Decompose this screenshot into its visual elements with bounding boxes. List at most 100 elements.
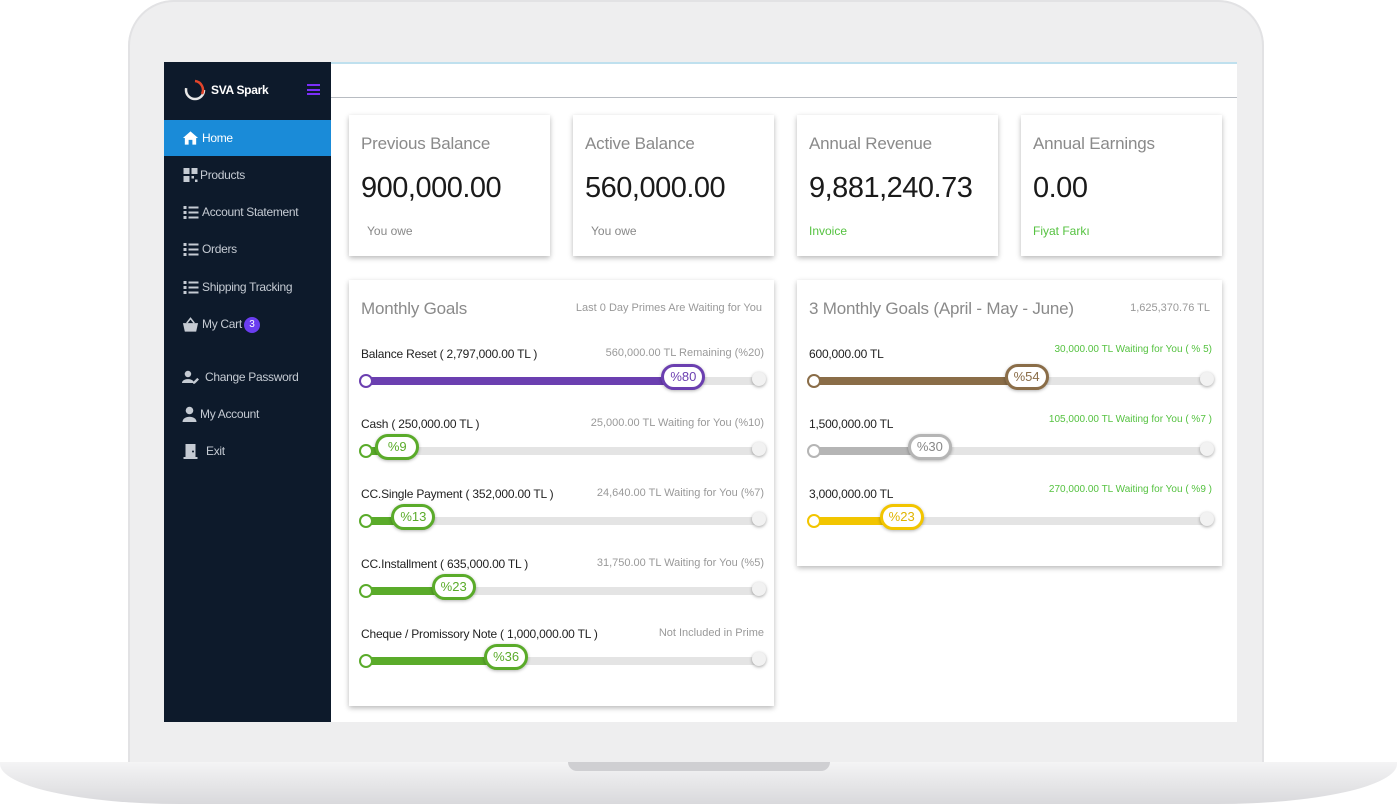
goal-percent-pill: %23 [879, 504, 924, 530]
sidebar-item-label: My Account [200, 407, 260, 421]
stat-title: Annual Revenue [809, 134, 932, 153]
cart-count-badge: 3 [243, 317, 260, 333]
goal-progress-track: %23 [359, 574, 766, 600]
goal-row: 600,000.00 TL 30,000.00 TL Waiting for Yo… [807, 344, 1214, 407]
goal-progress-fill [361, 377, 684, 385]
panel-title: 3 Monthly Goals (April - May - June) [809, 299, 1074, 318]
goal-remaining: 25,000.00 TL Waiting for You (%10) [590, 417, 764, 429]
stat-value: 0.00 [1033, 172, 1088, 204]
progress-end-knob [1200, 512, 1214, 526]
progress-end-knob [1200, 372, 1214, 386]
sidebar-item-change-password[interactable]: Change Password [164, 359, 331, 395]
goal-label: 600,000.00 TL [809, 347, 884, 361]
basket-icon [182, 317, 199, 332]
sidebar-item-label: My Cart 3 [202, 317, 260, 333]
goal-label: CC.Installment ( 635,000.00 TL ) [361, 557, 529, 571]
goal-label: 3,000,000.00 TL [809, 487, 894, 501]
goal-remaining: Not Included in Prime [658, 627, 764, 639]
stat-card-annual-revenue: Annual Revenue 9,881,240.73 Invoice [797, 115, 998, 256]
sidebar-item-my-account[interactable]: My Account [164, 396, 331, 432]
goal-row: 1,500,000.00 TL 105,000.00 TL Waiting for… [807, 414, 1214, 477]
sidebar-item-label: Shipping Tracking [202, 280, 293, 294]
home-icon [182, 131, 199, 145]
goal-label: Cash ( 250,000.00 TL ) [361, 417, 480, 431]
panel-total: 1,625,370.76 TL [1130, 302, 1210, 314]
goal-progress-track: %13 [359, 504, 766, 530]
progress-end-knob [752, 442, 766, 456]
goal-remaining: 105,000.00 TL Waiting for You ( %7 ) [1048, 414, 1212, 425]
stat-card-annual-earnings: Annual Earnings 0.00 Fiyat Farkı [1021, 115, 1222, 256]
stat-note: Fiyat Farkı [1033, 224, 1090, 238]
monthly-goals-panel: Monthly Goals Last 0 Day Primes Are Wait… [349, 280, 774, 706]
goal-label: Balance Reset ( 2,797,000.00 TL ) [361, 347, 538, 361]
progress-end-knob [752, 512, 766, 526]
goal-row: CC.Installment ( 635,000.00 TL ) 31,750.0… [359, 557, 766, 617]
stat-title: Previous Balance [361, 134, 491, 153]
sidebar-item-products[interactable]: Products [164, 157, 331, 193]
goal-percent-pill: %80 [661, 364, 706, 390]
progress-start-knob [359, 654, 373, 668]
goal-progress-fill [809, 377, 1027, 385]
quarter-goals-panel: 3 Monthly Goals (April - May - June) 1,6… [797, 280, 1222, 566]
progress-end-knob [752, 372, 766, 386]
goal-percent-pill: %13 [391, 504, 436, 530]
sidebar-item-exit[interactable]: Exit [164, 433, 331, 469]
goal-progress-track: %80 [359, 364, 766, 390]
goal-percent-pill: %30 [907, 434, 952, 460]
goal-row: CC.Single Payment ( 352,000.00 TL ) 24,64… [359, 487, 766, 547]
panel-subtitle: Last 0 Day Primes Are Waiting for You [575, 302, 762, 314]
sidebar-item-home[interactable]: Home [164, 120, 331, 156]
user-icon [182, 406, 197, 422]
goal-row: Cash ( 250,000.00 TL ) 25,000.00 TL Waiti… [359, 417, 766, 477]
sidebar-item-label: Account Statement [202, 205, 299, 219]
laptop-notch [568, 762, 830, 771]
progress-start-knob [359, 584, 373, 598]
goal-percent-pill: %9 [375, 434, 420, 460]
goal-label: CC.Single Payment ( 352,000.00 TL ) [361, 487, 554, 501]
stat-value: 9,881,240.73 [809, 172, 973, 204]
stat-value: 560,000.00 [585, 172, 726, 204]
stat-title: Active Balance [585, 134, 695, 153]
sidebar-item-label: Change Password [205, 370, 299, 384]
progress-start-knob [807, 514, 821, 528]
sidebar-item-orders[interactable]: Orders [164, 231, 331, 267]
goal-percent-pill: %23 [431, 574, 476, 600]
goal-progress-track: %9 [359, 434, 766, 460]
sidebar: SVA Spark Home Products Account Statemen… [164, 62, 331, 722]
user-edit-icon [182, 370, 199, 384]
progress-end-knob [752, 582, 766, 596]
menu-toggle-icon[interactable] [307, 84, 320, 95]
goal-progress-track: %36 [359, 644, 766, 670]
progress-start-knob [359, 374, 373, 388]
progress-end-knob [752, 652, 766, 666]
brand-name: SVA Spark [211, 83, 269, 97]
list-icon [183, 206, 199, 219]
goal-percent-pill: %36 [484, 644, 529, 670]
brand[interactable]: SVA Spark [164, 62, 331, 119]
goal-label: 1,500,000.00 TL [809, 417, 894, 431]
brand-logo-icon [184, 79, 206, 101]
sidebar-item-label: Products [200, 168, 245, 182]
sidebar-item-shipping-tracking[interactable]: Shipping Tracking [164, 269, 331, 305]
goal-remaining: 560,000.00 TL Remaining (%20) [605, 347, 764, 359]
progress-start-knob [807, 444, 821, 458]
stat-value: 900,000.00 [361, 172, 502, 204]
stat-card-active-balance: Active Balance 560,000.00 You owe [573, 115, 774, 256]
goal-row: Cheque / Promissory Note ( 1,000,000.00 … [359, 627, 766, 687]
stat-title: Annual Earnings [1033, 134, 1155, 153]
stat-card-previous-balance: Previous Balance 900,000.00 You owe [349, 115, 550, 256]
top-bar [331, 62, 1237, 98]
progress-start-knob [807, 374, 821, 388]
app-screen: SVA Spark Home Products Account Statemen… [164, 62, 1237, 722]
sidebar-item-label: Orders [202, 242, 237, 256]
goal-label: Cheque / Promissory Note ( 1,000,000.00 … [361, 627, 598, 641]
sidebar-item-my-cart[interactable]: My Cart 3 [164, 307, 331, 343]
list-icon [183, 243, 199, 256]
progress-end-knob [1200, 442, 1214, 456]
sidebar-item-label: Exit [206, 444, 225, 458]
goal-progress-track: %30 [807, 434, 1214, 460]
goal-row: 3,000,000.00 TL 270,000.00 TL Waiting for… [807, 484, 1214, 547]
goal-progress-track: %54 [807, 364, 1214, 390]
goal-row: Balance Reset ( 2,797,000.00 TL ) 560,000… [359, 347, 766, 407]
sidebar-item-account-statement[interactable]: Account Statement [164, 194, 331, 230]
